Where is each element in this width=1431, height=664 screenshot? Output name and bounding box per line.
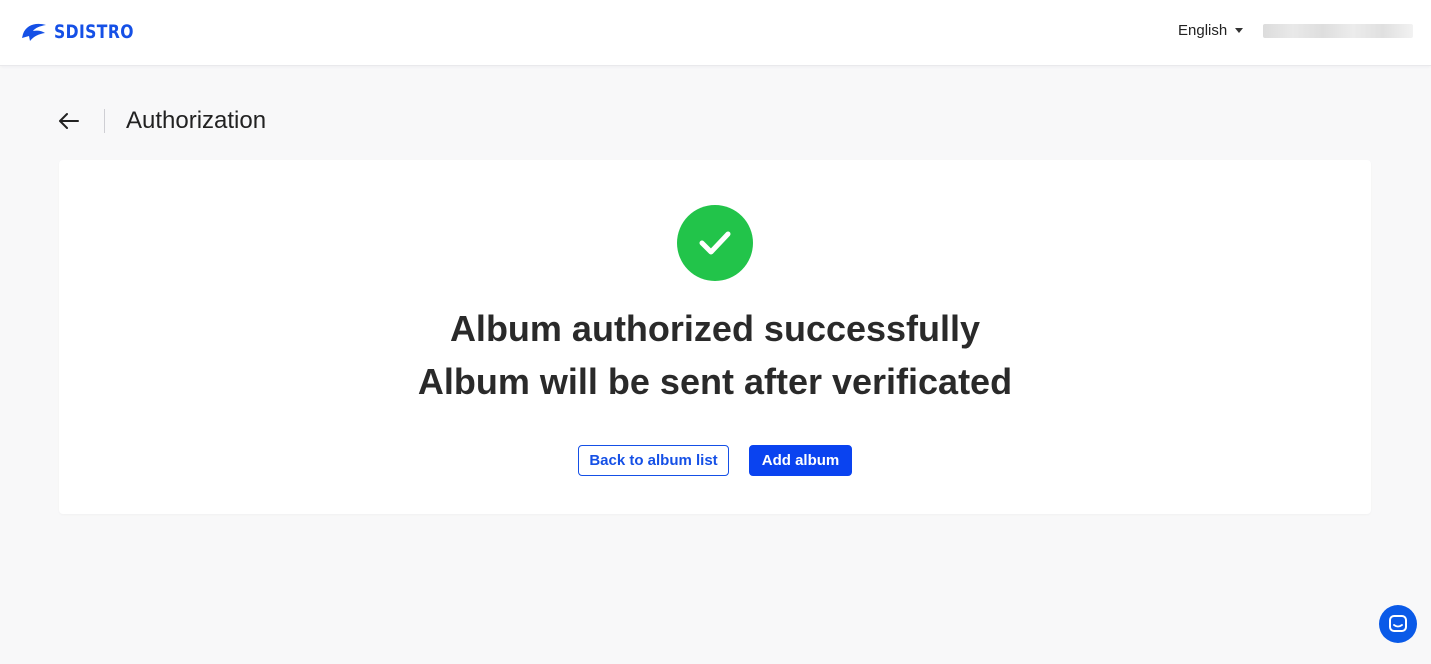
- check-circle-icon: [677, 205, 753, 281]
- back-to-album-list-button[interactable]: Back to album list: [578, 445, 729, 476]
- checkmark-icon: [699, 231, 731, 255]
- arrow-left-icon[interactable]: [58, 112, 80, 130]
- add-album-button[interactable]: Add album: [749, 445, 852, 476]
- page-header: Authorization: [58, 104, 266, 138]
- brand-logo[interactable]: SDISTRO: [20, 19, 151, 45]
- top-navigation-bar: SDISTRO English: [0, 0, 1431, 66]
- chat-launcher-button[interactable]: [1379, 605, 1417, 643]
- language-selector[interactable]: English: [1178, 22, 1244, 39]
- chat-bubble-icon: [1389, 615, 1407, 632]
- result-card: Album authorized successfully Album will…: [59, 160, 1371, 514]
- header-divider: [104, 109, 105, 133]
- user-account-menu[interactable]: [1263, 24, 1413, 38]
- caret-down-icon: [1235, 28, 1244, 33]
- language-label: English: [1178, 22, 1228, 39]
- sdistro-logo-icon: [22, 23, 46, 41]
- page-title: Authorization: [126, 107, 267, 134]
- success-title: Album authorized successfully: [449, 308, 981, 349]
- success-subtitle: Album will be sent after verificated: [417, 361, 1013, 402]
- brand-name: SDISTRO: [54, 21, 134, 43]
